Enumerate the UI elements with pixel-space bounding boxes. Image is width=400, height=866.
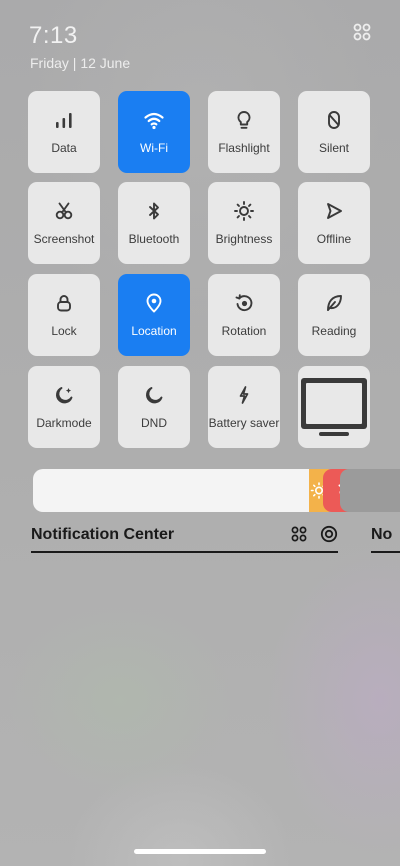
monitor-icon — [301, 378, 367, 436]
grid-icon[interactable] — [291, 526, 307, 542]
sun-icon — [231, 198, 257, 224]
tile-label: Lock — [51, 324, 77, 338]
rotation-icon — [231, 290, 257, 316]
tile-offline[interactable]: Offline — [298, 182, 370, 264]
tile-flashlight[interactable]: Flashlight — [208, 91, 280, 173]
next-control-partial[interactable] — [340, 469, 400, 512]
tile-label: Data — [51, 141, 77, 155]
tile-cast-screen[interactable] — [298, 366, 370, 448]
flashlight-icon — [231, 107, 257, 133]
tile-bluetooth[interactable]: Bluetooth — [118, 182, 190, 264]
next-tab-title-partial[interactable]: No — [371, 526, 392, 544]
tile-darkmode[interactable]: Darkmode — [28, 366, 100, 448]
wifi-icon — [141, 107, 167, 133]
bluetooth-icon — [141, 198, 167, 224]
bolt-icon — [231, 382, 257, 408]
tile-label: Reading — [311, 324, 357, 338]
tile-battery-saver[interactable]: Battery saver — [208, 366, 280, 448]
radar-icon[interactable] — [320, 525, 338, 543]
tile-label: Darkmode — [36, 416, 92, 430]
notification-tab-underline — [31, 551, 338, 553]
tile-brightness[interactable]: Brightness — [208, 182, 280, 264]
home-indicator[interactable] — [134, 849, 266, 854]
clock-time: 7:13 — [29, 22, 78, 49]
clock-date: Friday | 12 June — [30, 55, 131, 71]
tile-location[interactable]: Location — [118, 274, 190, 356]
tile-screenshot[interactable]: Screenshot — [28, 182, 100, 264]
tile-label: Brightness — [215, 232, 273, 246]
tile-label: DND — [141, 416, 167, 430]
airplane-icon — [321, 198, 347, 224]
tile-dnd[interactable]: DND — [118, 366, 190, 448]
tile-label: Screenshot — [33, 232, 95, 246]
moon-icon — [141, 382, 167, 408]
tile-reading[interactable]: Reading — [298, 274, 370, 356]
tile-data[interactable]: Data — [28, 91, 100, 173]
tile-label: Silent — [318, 141, 350, 155]
leaf-icon — [321, 290, 347, 316]
brightness-slider[interactable] — [33, 469, 373, 512]
tile-silent[interactable]: Silent — [298, 91, 370, 173]
tile-label: Rotation — [221, 324, 267, 338]
location-icon — [141, 290, 167, 316]
tile-wifi[interactable]: Wi-Fi — [118, 91, 190, 173]
tile-label: Location — [131, 324, 177, 338]
lock-icon — [51, 290, 77, 316]
control-center: 7:13 Friday | 12 June Data Wi-Fi Flashli… — [0, 0, 400, 866]
scissors-icon — [51, 198, 77, 224]
tile-label: Wi-Fi — [140, 141, 168, 155]
silent-icon — [321, 107, 347, 133]
moon-star-icon — [51, 382, 77, 408]
tile-label: Battery saver — [208, 416, 280, 430]
brightness-track[interactable] — [33, 469, 309, 512]
notification-center-title[interactable]: Notification Center — [31, 526, 174, 544]
tile-lock[interactable]: Lock — [28, 274, 100, 356]
next-tab-underline — [371, 551, 400, 553]
tile-label: Bluetooth — [128, 232, 180, 246]
tile-label: Flashlight — [218, 141, 270, 155]
tile-label: Offline — [316, 232, 352, 246]
edit-tiles-icon[interactable] — [353, 23, 371, 41]
signal-icon — [51, 107, 77, 133]
tile-rotation[interactable]: Rotation — [208, 274, 280, 356]
